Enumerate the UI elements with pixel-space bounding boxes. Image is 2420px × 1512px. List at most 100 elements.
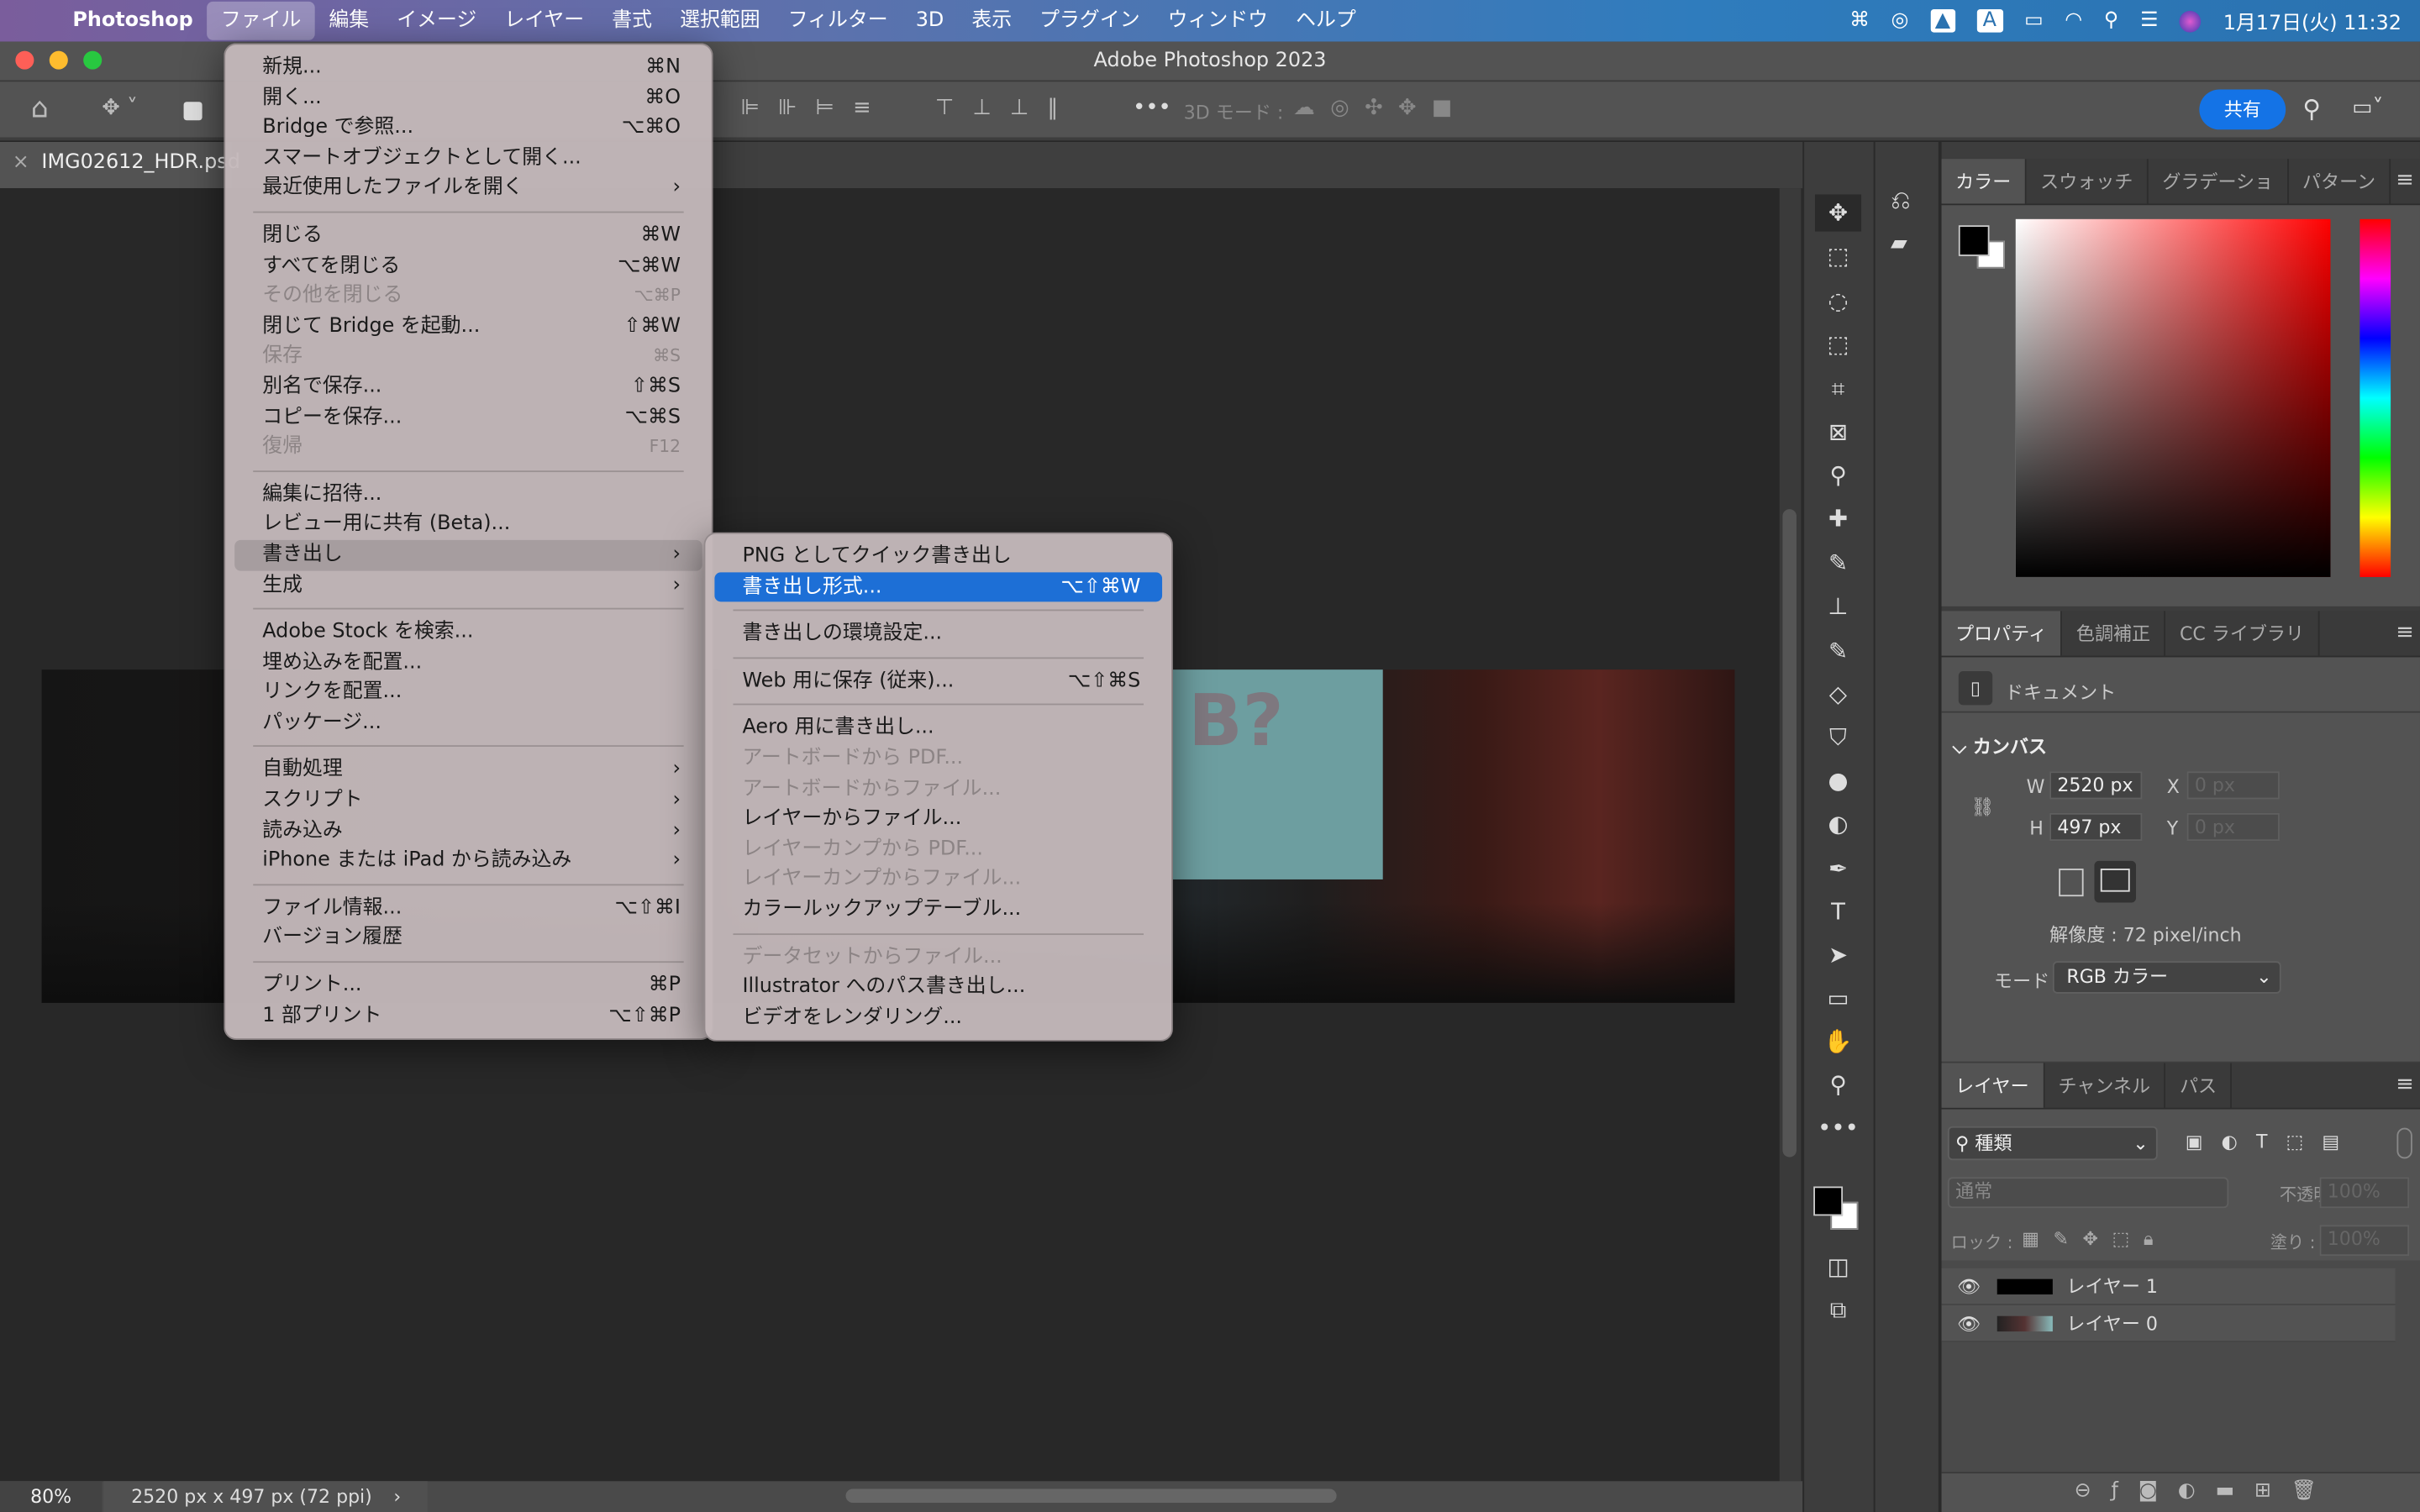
screen-mode-icon[interactable]: ⧉ — [1815, 1291, 1861, 1328]
auto-select-checkbox[interactable] — [183, 102, 203, 121]
frame-tool-icon[interactable]: ⊠ — [1815, 413, 1861, 450]
canvas-section-toggle[interactable]: ⌵ カンバス — [1952, 732, 2047, 759]
visibility-eye-icon[interactable]: 👁︎ — [1957, 1268, 1981, 1305]
brush-tool-icon[interactable]: ✎ — [1815, 544, 1861, 581]
menu-item[interactable]: レビュー用に共有 (Beta)... — [234, 510, 702, 540]
lock-icons[interactable]: ▦✎✥⬚🔒︎ — [2022, 1228, 2167, 1252]
move-tool-icon[interactable]: ✥ ˅ — [102, 96, 138, 120]
menu-item[interactable]: 自動処理 › — [234, 755, 702, 785]
layer-row[interactable]: 👁︎ レイヤー 1 — [1941, 1268, 2396, 1305]
menu-item[interactable]: 読み込み › — [234, 816, 702, 846]
move-tool-icon[interactable]: ✥ — [1814, 194, 1862, 232]
y-field[interactable]: 0 px — [2186, 812, 2280, 842]
menu-item[interactable]: 開く... ⌘O — [234, 82, 702, 113]
menu-app-photoshop[interactable]: Photoshop — [59, 2, 207, 40]
panel-menu-icon[interactable]: ≡ — [2396, 168, 2414, 192]
menu-6[interactable]: フィルター — [774, 2, 902, 40]
panel-menu-icon[interactable]: ≡ — [2396, 1073, 2414, 1097]
foreground-color-swatch[interactable] — [1813, 1186, 1844, 1216]
menu-item[interactable]: PNG としてクイック書き出し — [714, 542, 1162, 572]
google-drive-icon[interactable]: ▲ — [1930, 9, 1955, 33]
layer-filter-select[interactable]: ⚲ 種類 ⌄ — [1947, 1126, 2158, 1161]
share-button[interactable]: 共有 — [2199, 89, 2286, 130]
creative-cloud-icon[interactable]: ◎ — [1891, 9, 1909, 33]
eraser-tool-icon[interactable]: ◇ — [1815, 675, 1861, 712]
menu-item[interactable]: ビデオをレンダリング... — [714, 1002, 1162, 1032]
search-icon[interactable]: ⚲ — [2302, 94, 2321, 123]
menu-item[interactable]: 生成 › — [234, 570, 702, 601]
path-select-icon[interactable]: ➤ — [1815, 937, 1861, 974]
menu-3[interactable]: レイヤー — [491, 2, 598, 40]
paint-bucket-icon[interactable]: ⛉ — [1815, 719, 1861, 756]
minimize-window-button[interactable] — [49, 50, 68, 70]
menu-item[interactable]: プリント... ⌘P — [234, 970, 702, 1000]
spotlight-icon[interactable]: ⚲ — [2104, 9, 2119, 33]
siri-icon[interactable] — [2180, 9, 2202, 32]
tab-channels[interactable]: チャンネル — [2044, 1063, 2166, 1108]
dodge-tool-icon[interactable]: ◐ — [1815, 806, 1861, 843]
more-tools-icon[interactable]: ••• — [1815, 1110, 1861, 1147]
3d-mode-icons[interactable]: ☁◎✣✥■ — [1293, 96, 1467, 120]
align-icons[interactable]: ⊫⊪⊨≡ — [741, 96, 890, 120]
zoom-tool-icon[interactable]: ⚲ — [1815, 1066, 1861, 1103]
lasso-tool-icon[interactable]: ◌ — [1815, 282, 1861, 319]
comments-icon[interactable]: ▰ — [1891, 232, 1907, 256]
crop-tool-icon[interactable]: ⌗ — [1815, 370, 1861, 407]
horizontal-scroll-thumb[interactable] — [845, 1488, 1337, 1503]
menu-item[interactable]: レイヤーからファイル... — [714, 804, 1162, 834]
menu-9[interactable]: プラグイン — [1026, 2, 1154, 40]
tab-adjustments[interactable]: 色調補正 — [2062, 611, 2166, 656]
link-dimensions-icon[interactable]: ⛓ — [1971, 796, 1995, 818]
height-field[interactable]: 497 px — [2049, 812, 2143, 842]
menu-item[interactable]: Bridge で参照... ⌥⌘O — [234, 113, 702, 143]
healing-tool-icon[interactable]: ✚ — [1815, 500, 1861, 537]
menu-item[interactable]: 埋め込みを配置... — [234, 648, 702, 678]
pen-tool-icon[interactable]: ✒ — [1815, 850, 1861, 887]
hue-slider[interactable] — [2360, 218, 2391, 577]
menu-8[interactable]: 表示 — [958, 2, 1026, 40]
menu-item[interactable]: コピーを保存... ⌥⌘S — [234, 402, 702, 433]
menu-2[interactable]: イメージ — [383, 2, 491, 40]
quick-mask-icon[interactable]: ◫ — [1815, 1248, 1861, 1285]
wifi-icon[interactable]: ◠ — [2065, 9, 2082, 33]
menu-item[interactable]: 書き出し形式... ⌥⇧⌘W — [714, 571, 1163, 602]
width-field[interactable]: 2520 px — [2049, 771, 2143, 800]
panel-menu-icon[interactable]: ≡ — [2396, 620, 2414, 644]
menu-item[interactable]: バージョン履歴 — [234, 923, 702, 953]
home-icon[interactable]: ⌂ — [31, 92, 49, 125]
fill-field[interactable]: 100% — [2319, 1225, 2410, 1257]
battery-icon[interactable]: ▭ — [2024, 9, 2044, 33]
menu-item[interactable]: 書き出しの環境設定... — [714, 619, 1162, 649]
menu-item[interactable]: スマートオブジェクトとして開く... — [234, 143, 702, 173]
menu-item[interactable]: 別名で保存... ⇧⌘S — [234, 372, 702, 402]
history-icon[interactable]: ⎌ — [1891, 185, 1911, 216]
menu-item[interactable]: パッケージ... — [234, 708, 702, 738]
menu-10[interactable]: ウィンドウ — [1154, 2, 1281, 40]
object-select-tool-icon[interactable]: ⬚ — [1815, 326, 1861, 363]
menu-item[interactable]: 最近使用したファイルを開く › — [234, 173, 702, 203]
type-tool-icon[interactable]: T — [1815, 893, 1861, 930]
hand-tool-icon[interactable]: ✋ — [1815, 1023, 1861, 1060]
menu-item[interactable]: カラールックアップテーブル... — [714, 895, 1162, 925]
tab-gradients[interactable]: グラデーショ — [2149, 159, 2289, 204]
document-size[interactable]: 2520 px x 497 px (72 ppi) › — [103, 1481, 428, 1512]
more-options-icon[interactable]: ••• — [1133, 96, 1171, 120]
color-field[interactable] — [2015, 218, 2331, 577]
layer-row[interactable]: 👁︎ レイヤー 0 — [1941, 1305, 2396, 1342]
opacity-field[interactable]: 100% — [2319, 1177, 2410, 1209]
menu-11[interactable]: ヘルプ — [1282, 2, 1370, 40]
menu-item[interactable]: Adobe Stock を検索... — [234, 617, 702, 648]
vertical-scroll-thumb[interactable] — [1782, 509, 1797, 1158]
stamp-tool-icon[interactable]: ⊥ — [1815, 588, 1861, 625]
zoom-level[interactable]: 80% — [0, 1481, 103, 1512]
menu-5[interactable]: 選択範囲 — [666, 2, 775, 40]
menu-item[interactable]: iPhone または iPad から読み込み › — [234, 846, 702, 876]
clock[interactable]: 1月17日(火) 11:32 — [2223, 6, 2402, 36]
menu-item[interactable]: Web 用に保存 (従来)... ⌥⇧⌘S — [714, 666, 1162, 696]
tab-color[interactable]: カラー — [1941, 159, 2027, 204]
menu-item[interactable]: Aero 用に書き出し... — [714, 713, 1162, 743]
menu-1[interactable]: 編集 — [315, 2, 383, 40]
x-field[interactable]: 0 px — [2186, 771, 2280, 800]
document-tab[interactable]: × IMG02612_HDR.psd — [0, 141, 240, 189]
menu-item[interactable]: リンクを配置... — [234, 678, 702, 708]
